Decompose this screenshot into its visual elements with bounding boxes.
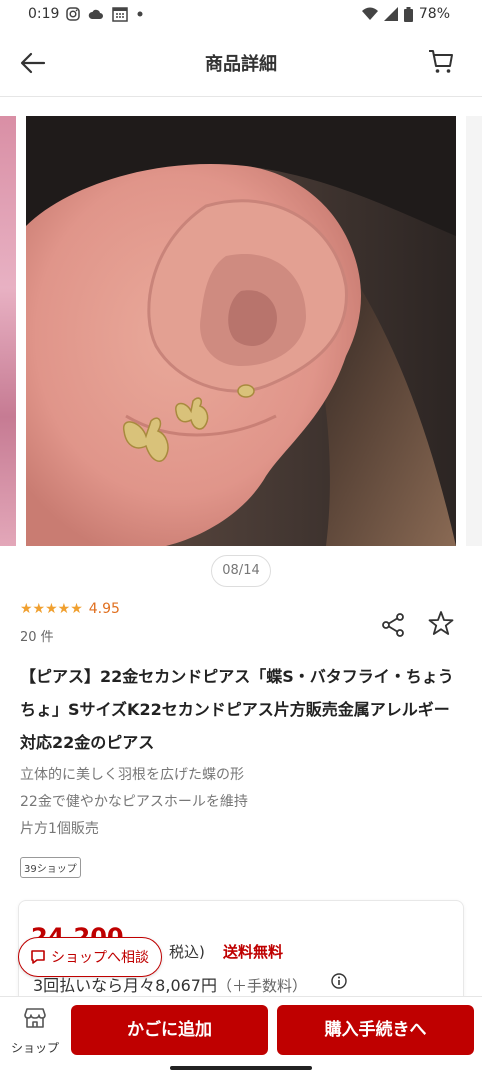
- cart-icon[interactable]: [426, 46, 456, 76]
- system-icons: 78%: [361, 6, 450, 22]
- feature-item: 立体的に美しく羽根を広げた蝶の形: [20, 767, 244, 783]
- installment-fee: （＋手数料）: [217, 977, 308, 995]
- tax-note: 税込): [169, 943, 205, 961]
- previous-photo[interactable]: [0, 116, 16, 546]
- next-photo[interactable]: [466, 116, 482, 546]
- signal-icon: [383, 7, 398, 21]
- info-icon[interactable]: [331, 973, 347, 989]
- installment-text: 3回払いなら月々8,067円: [33, 976, 217, 995]
- feature-item: 片方1個販売: [20, 821, 99, 837]
- share-icon[interactable]: [380, 612, 406, 638]
- chat-icon: [31, 950, 45, 964]
- battery-level: 78%: [418, 6, 450, 22]
- consult-shop-button[interactable]: ショップへ相談: [18, 937, 162, 977]
- home-indicator[interactable]: [170, 1066, 312, 1070]
- consult-label: ショップへ相談: [51, 950, 149, 966]
- review-count[interactable]: 20 件: [20, 626, 54, 645]
- shop-nav-label: ショップ: [10, 1041, 59, 1055]
- shop-tag: 39ショップ: [20, 857, 81, 878]
- rating[interactable]: ★★★★★ 4.95: [20, 601, 120, 617]
- shop-nav-button[interactable]: ショップ: [6, 1007, 64, 1067]
- app-bar: 商品詳細: [0, 30, 482, 97]
- battery-icon: [403, 6, 413, 22]
- image-gallery[interactable]: [0, 116, 482, 546]
- favorite-star-icon[interactable]: [428, 610, 454, 636]
- status-time: 0:19: [28, 6, 60, 22]
- instagram-icon: [66, 7, 80, 21]
- rating-stars: ★★★★★: [20, 601, 83, 617]
- add-to-cart-button[interactable]: かごに追加: [71, 1005, 268, 1055]
- cloud-icon: [88, 9, 103, 19]
- checkout-button[interactable]: 購入手続きへ: [277, 1005, 474, 1055]
- wifi-icon: [361, 7, 378, 20]
- feature-item: 22金で健やかなピアスホールを維持: [20, 794, 248, 810]
- calendar-icon: [112, 7, 128, 22]
- status-bar: 0:19 78%: [0, 0, 482, 30]
- feature-list: 立体的に美しく羽根を広げた蝶の形 22金で健やかなピアスホールを維持 片方1個販…: [20, 762, 248, 843]
- notification-icons: [66, 6, 144, 22]
- shop-icon: [24, 1008, 46, 1028]
- rating-score: 4.95: [88, 601, 120, 617]
- shipping-badge: 送料無料: [223, 943, 284, 961]
- dot-icon: [137, 11, 143, 17]
- page-title: 商品詳細: [205, 54, 277, 75]
- image-counter: 08/14: [211, 555, 271, 587]
- product-title: 【ピアス】22金セカンドピアス「蝶S・バタフライ・ちょうちょ」SサイズK22セカ…: [20, 667, 454, 752]
- product-photo[interactable]: [26, 116, 456, 546]
